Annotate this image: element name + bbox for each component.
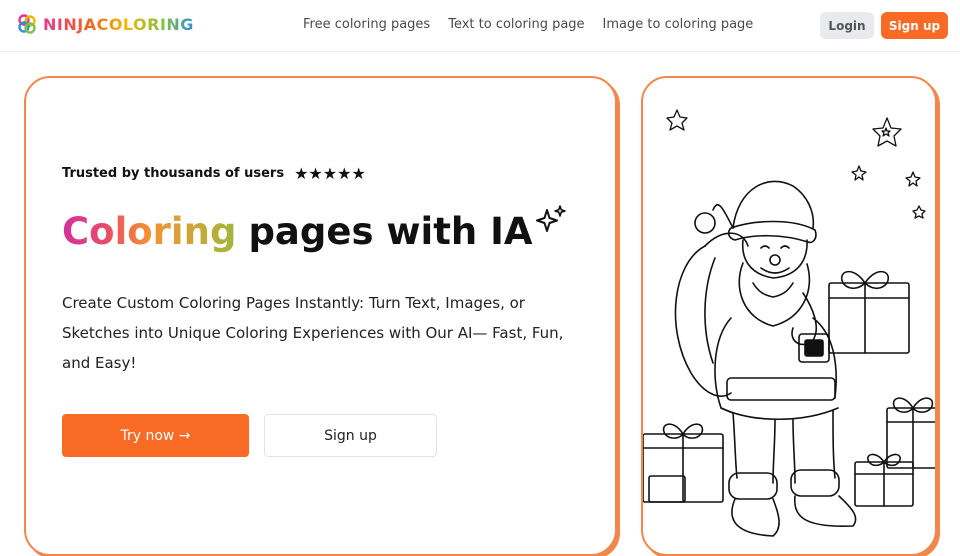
rating-stars-icon: ★★★★★ xyxy=(294,164,366,183)
headline-rest: pages with IA xyxy=(248,210,533,253)
top-navbar: NINJACOLORING Free coloring pages Text t… xyxy=(0,0,960,52)
sparkle-icon xyxy=(535,205,566,232)
paint-palette-icon xyxy=(18,14,36,34)
page-title: Coloring pages with IA xyxy=(62,205,567,253)
try-now-button[interactable]: Try now → xyxy=(62,414,249,457)
trusted-badge: Trusted by thousands of users ★★★★★ xyxy=(62,164,366,183)
santa-coloring-illustration xyxy=(643,109,935,537)
trusted-text: Trusted by thousands of users xyxy=(62,166,285,181)
nav-links: Free coloring pages Text to coloring pag… xyxy=(303,17,753,32)
headline-gradient-word: Coloring xyxy=(62,210,237,253)
nav-link-image-to-coloring-page[interactable]: Image to coloring page xyxy=(603,17,754,32)
brand-name: NINJACOLORING xyxy=(43,14,194,34)
brand-logo[interactable]: NINJACOLORING xyxy=(17,14,194,34)
nav-link-free-coloring-pages[interactable]: Free coloring pages xyxy=(303,17,430,32)
nav-signup-button[interactable]: Sign up xyxy=(881,12,948,39)
hero-card: Trusted by thousands of users ★★★★★ Colo… xyxy=(24,76,617,556)
hero-description: Create Custom Coloring Pages Instantly: … xyxy=(62,294,564,372)
star-icon xyxy=(666,109,926,219)
hero-signup-button[interactable]: Sign up xyxy=(264,414,437,457)
preview-image-card xyxy=(641,76,937,556)
nav-link-text-to-coloring-page[interactable]: Text to coloring page xyxy=(448,17,584,32)
login-button[interactable]: Login xyxy=(820,12,874,39)
